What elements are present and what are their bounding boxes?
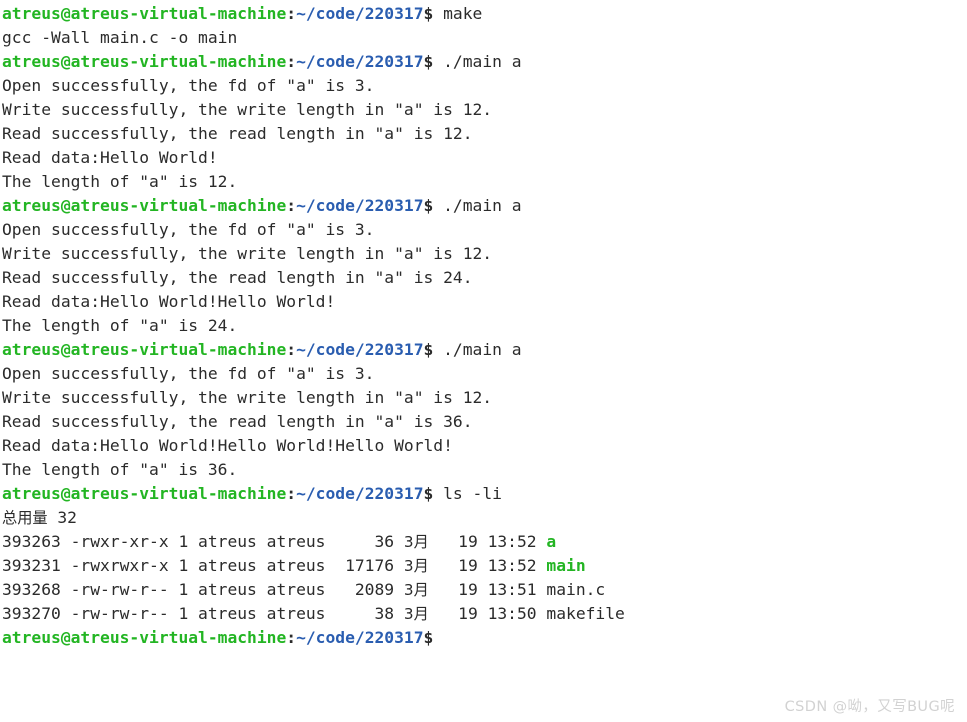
prompt-user-host: atreus@atreus-virtual-machine — [2, 4, 287, 23]
terminal-prompt-line: atreus@atreus-virtual-machine:~/code/220… — [2, 482, 967, 506]
terminal-output-line: Write successfully, the write length in … — [2, 100, 493, 119]
ls-month: 3月 — [403, 557, 429, 575]
terminal-output-line: Read successfully, the read length in "a… — [2, 124, 473, 143]
ls-month: 3月 — [403, 533, 429, 551]
prompt-symbol: $ — [423, 4, 434, 23]
terminal-output-line: Read successfully, the read length in "a… — [2, 268, 473, 287]
ls-filename: main — [546, 556, 586, 575]
terminal-output-line: 总用量 32 — [2, 508, 77, 527]
prompt-symbol: $ — [423, 196, 434, 215]
terminal-command: ./main a — [433, 340, 522, 359]
terminal-output-line: Read data:Hello World!Hello World! — [2, 292, 336, 311]
ls-meta: 393231 -rwxrwxr-x 1 atreus atreus 17176 — [2, 556, 395, 575]
prompt-symbol: $ — [423, 628, 434, 647]
prompt-symbol: $ — [423, 52, 434, 71]
prompt-symbol: $ — [423, 484, 434, 503]
terminal-output-line: Open successfully, the fd of "a" is 3. — [2, 364, 375, 383]
terminal-output-line: The length of "a" is 12. — [2, 172, 238, 191]
terminal-prompt-line: atreus@atreus-virtual-machine:~/code/220… — [2, 50, 967, 74]
ls-meta: 393268 -rw-rw-r-- 1 atreus atreus 2089 — [2, 580, 395, 599]
prompt-separator: : — [286, 484, 297, 503]
ls-meta: 393263 -rwxr-xr-x 1 atreus atreus 36 — [2, 532, 395, 551]
ls-entry-row: 393263 -rwxr-xr-x 1 atreus atreus 36 3月 … — [2, 532, 557, 551]
prompt-separator: : — [286, 340, 297, 359]
ls-filename: makefile — [546, 604, 625, 623]
prompt-separator: : — [286, 196, 297, 215]
prompt-separator: : — [286, 52, 297, 71]
ls-filename: a — [546, 532, 557, 551]
prompt-path: ~/code/220317 — [296, 340, 424, 359]
terminal-output-line: gcc -Wall main.c -o main — [2, 28, 238, 47]
prompt-path: ~/code/220317 — [296, 4, 424, 23]
prompt-user-host: atreus@atreus-virtual-machine — [2, 484, 287, 503]
terminal-output-line: Open successfully, the fd of "a" is 3. — [2, 76, 375, 95]
terminal-output-line: Read data:Hello World! — [2, 148, 218, 167]
terminal-command: make — [433, 4, 483, 23]
prompt-path: ~/code/220317 — [296, 196, 424, 215]
terminal-screen[interactable]: atreus@atreus-virtual-machine:~/code/220… — [0, 0, 967, 650]
prompt-user-host: atreus@atreus-virtual-machine — [2, 52, 287, 71]
prompt-path: ~/code/220317 — [296, 484, 424, 503]
prompt-separator: : — [286, 4, 297, 23]
terminal-command: ./main a — [433, 196, 522, 215]
terminal-active-prompt-line[interactable]: atreus@atreus-virtual-machine:~/code/220… — [2, 626, 967, 650]
csdn-watermark: CSDN @呦，又写BUG呢 — [784, 699, 955, 715]
ls-entry-row: 393268 -rw-rw-r-- 1 atreus atreus 2089 3… — [2, 580, 606, 599]
terminal-window[interactable]: atreus@atreus-virtual-machine:~/code/220… — [0, 0, 967, 722]
terminal-output-line: Write successfully, the write length in … — [2, 244, 493, 263]
prompt-user-host: atreus@atreus-virtual-machine — [2, 628, 287, 647]
ls-meta: 393270 -rw-rw-r-- 1 atreus atreus 38 — [2, 604, 395, 623]
prompt-path: ~/code/220317 — [296, 52, 424, 71]
prompt-symbol: $ — [423, 340, 434, 359]
prompt-user-host: atreus@atreus-virtual-machine — [2, 196, 287, 215]
terminal-prompt-line: atreus@atreus-virtual-machine:~/code/220… — [2, 2, 967, 26]
terminal-output-line: The length of "a" is 36. — [2, 460, 238, 479]
prompt-user-host: atreus@atreus-virtual-machine — [2, 340, 287, 359]
terminal-command: ls -li — [433, 484, 502, 503]
terminal-prompt-line: atreus@atreus-virtual-machine:~/code/220… — [2, 338, 967, 362]
terminal-output-line: Open successfully, the fd of "a" is 3. — [2, 220, 375, 239]
prompt-separator: : — [286, 628, 297, 647]
ls-month: 3月 — [403, 605, 429, 623]
terminal-output-line: Read data:Hello World!Hello World!Hello … — [2, 436, 453, 455]
ls-month: 3月 — [403, 581, 429, 599]
terminal-output-line: Read successfully, the read length in "a… — [2, 412, 473, 431]
terminal-output-line: Write successfully, the write length in … — [2, 388, 493, 407]
ls-entry-row: 393231 -rwxrwxr-x 1 atreus atreus 17176 … — [2, 556, 586, 575]
ls-filename: main.c — [546, 580, 606, 599]
terminal-output-line: The length of "a" is 24. — [2, 316, 238, 335]
ls-entry-row: 393270 -rw-rw-r-- 1 atreus atreus 38 3月 … — [2, 604, 625, 623]
terminal-command: ./main a — [433, 52, 522, 71]
prompt-path: ~/code/220317 — [296, 628, 424, 647]
terminal-prompt-line: atreus@atreus-virtual-machine:~/code/220… — [2, 194, 967, 218]
